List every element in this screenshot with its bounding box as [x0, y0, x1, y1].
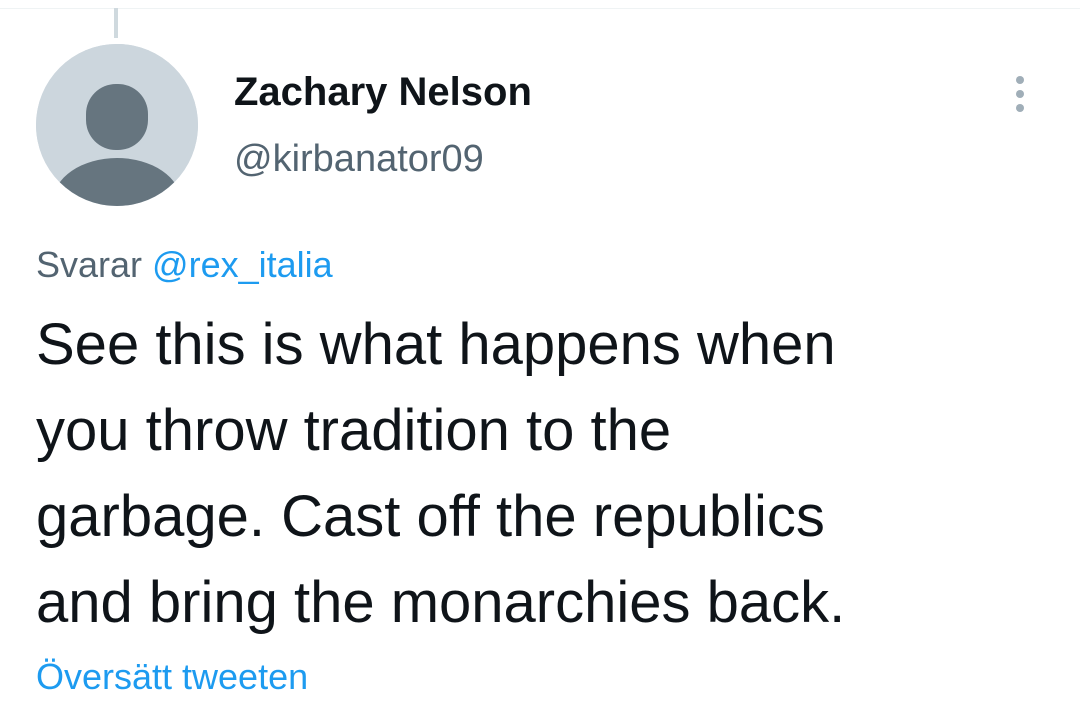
user-display-name[interactable]: Zachary Nelson [234, 70, 532, 115]
reply-context: Svarar @rex_italia [36, 244, 333, 286]
tweet-text: See this is what happens when you throw … [36, 302, 1046, 646]
divider [0, 8, 1080, 9]
avatar[interactable] [36, 44, 198, 206]
more-options-icon-dot [1016, 90, 1024, 98]
thread-connector-line [114, 8, 118, 38]
tweet-text-line: garbage. Cast off the republics [36, 484, 825, 549]
tweet-text-line: See this is what happens when [36, 312, 836, 377]
more-options-button[interactable] [1000, 66, 1040, 122]
reply-prefix: Svarar [36, 244, 143, 285]
more-options-icon [1016, 76, 1024, 84]
default-avatar-icon [36, 44, 198, 206]
more-options-icon-dot [1016, 104, 1024, 112]
reply-mention-link[interactable]: @rex_italia [152, 244, 333, 285]
translate-tweet-link[interactable]: Översätt tweeten [36, 656, 308, 698]
user-handle[interactable]: @kirbanator09 [234, 138, 484, 181]
tweet-view: Zachary Nelson @kirbanator09 Svarar @rex… [0, 0, 1080, 723]
tweet-text-line: and bring the monarchies back. [36, 570, 846, 635]
tweet-text-line: you throw tradition to the [36, 398, 672, 463]
